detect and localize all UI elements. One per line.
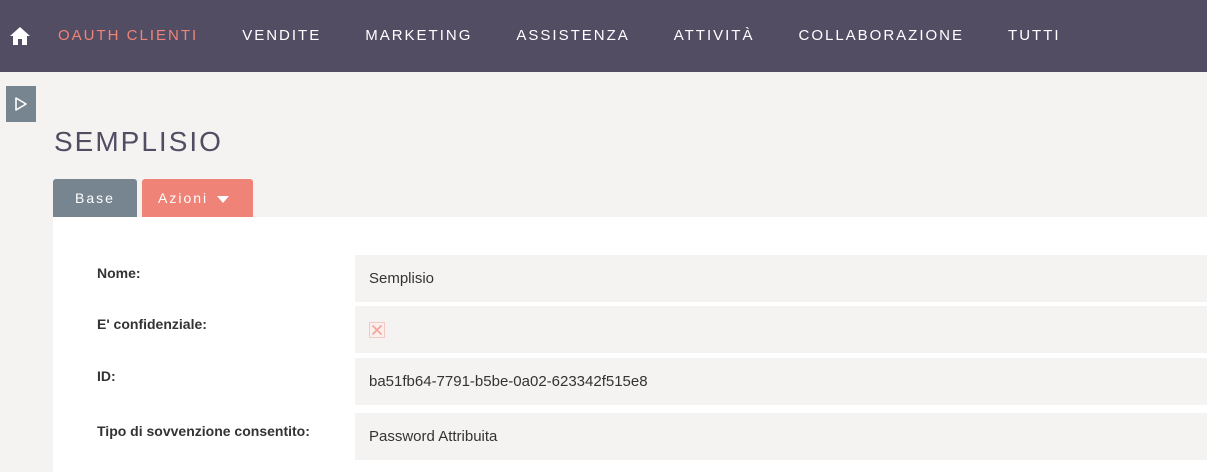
detail-panel: Nome: Semplisio E' confidenziale: ID: ba… (53, 217, 1207, 472)
page-title: SEMPLISIO (54, 126, 223, 157)
field-row-id: ID: ba51fb64-7791-b5be-0a02-623342f515e8 (53, 358, 1207, 405)
field-label: Tipo di sovvenzione consentito: (97, 423, 310, 439)
nav-item-marketing[interactable]: MARKETING (343, 0, 494, 72)
nav-item-attivita[interactable]: ATTIVITÀ (652, 0, 777, 72)
play-outline-icon (15, 97, 27, 111)
tab-base[interactable]: Base (53, 179, 137, 217)
sidebar-toggle-button[interactable] (6, 86, 36, 122)
field-value-confidenziale (355, 306, 1207, 353)
nav-item-tutti[interactable]: TUTTI (986, 0, 1083, 72)
home-button[interactable] (0, 0, 40, 72)
home-icon (10, 27, 30, 45)
confidential-checkbox (369, 321, 385, 338)
detail-tabs: Base Azioni (53, 179, 253, 217)
tab-base-label: Base (75, 190, 115, 206)
nav-item-assistenza[interactable]: ASSISTENZA (494, 0, 651, 72)
nav-item-oauth-clienti[interactable]: OAUTH CLIENTI (40, 0, 220, 72)
main-nav: OAUTH CLIENTI VENDITE MARKETING ASSISTEN… (40, 0, 1083, 72)
nav-item-vendite[interactable]: VENDITE (220, 0, 343, 72)
x-mark-icon (371, 324, 383, 335)
nav-item-collaborazione[interactable]: COLLABORAZIONE (776, 0, 986, 72)
field-value-nome: Semplisio (355, 255, 1207, 302)
field-value-id: ba51fb64-7791-b5be-0a02-623342f515e8 (355, 358, 1207, 405)
field-value-tipo-sovvenzione: Password Attribuita (355, 413, 1207, 460)
field-row-tipo-sovvenzione: Tipo di sovvenzione consentito: Password… (53, 413, 1207, 460)
field-label: Nome: (97, 265, 141, 281)
field-row-nome: Nome: Semplisio (53, 255, 1207, 302)
top-navigation-bar: OAUTH CLIENTI VENDITE MARKETING ASSISTEN… (0, 0, 1207, 72)
actions-dropdown-button[interactable]: Azioni (142, 179, 253, 217)
field-label: ID: (97, 368, 116, 384)
field-label: E' confidenziale: (97, 316, 207, 332)
field-row-confidenziale: E' confidenziale: (53, 306, 1207, 353)
actions-dropdown-label: Azioni (158, 190, 209, 206)
caret-down-icon (217, 195, 230, 203)
